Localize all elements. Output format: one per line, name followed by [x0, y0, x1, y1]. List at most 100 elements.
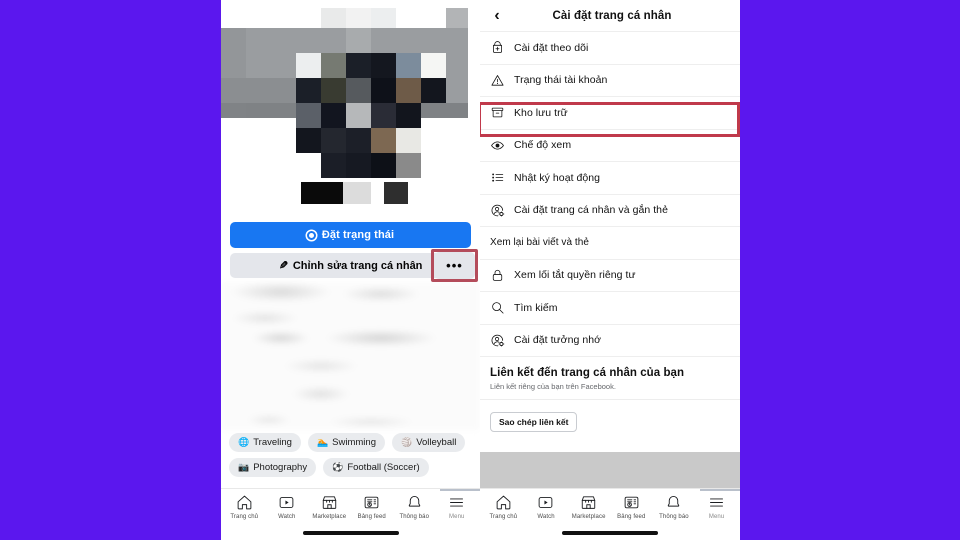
hobby-chip[interactable]: 📷 Photography: [229, 458, 317, 477]
mosaic-block: [446, 78, 468, 103]
mosaic-block: [321, 128, 346, 153]
mosaic-block: [371, 78, 396, 103]
mosaic-block: [296, 103, 321, 128]
mosaic-block: [321, 28, 346, 53]
mosaic-block: [446, 8, 468, 28]
mosaic-block: [421, 103, 446, 118]
nav-item-watch[interactable]: Watch: [525, 494, 567, 520]
hobby-chip[interactable]: ⚽ Football (Soccer): [323, 458, 429, 477]
mosaic-block: [246, 28, 271, 53]
smiley-icon: [306, 230, 316, 240]
lock-icon: [490, 268, 514, 283]
profile-gear-icon: [490, 333, 514, 348]
hobby-chip-list: 🌐 Traveling 🏊 Swimming 🏐 Volleyball 📷 Photograp…: [229, 433, 473, 477]
mosaic-block: [246, 78, 271, 103]
swimmer-icon: 🏊: [316, 437, 329, 447]
hobby-chip-label: Swimming: [332, 437, 376, 448]
hobby-chip[interactable]: 🏐 Volleyball: [391, 433, 466, 452]
blurred-profile-info: [221, 282, 480, 430]
nav-item-label: Watch: [278, 514, 296, 520]
bottom-navigation-right: Trang chủ Watch Marketplace Bảng feed Thông …: [480, 488, 740, 540]
nav-item-label: Menu: [708, 514, 725, 520]
bottom-navigation-left: Trang chủ Watch Marketplace Bảng feed Thông …: [221, 488, 480, 540]
storefront-icon: [321, 494, 338, 511]
nav-item-label: Thông báo: [659, 514, 689, 520]
nav-item-trang-ch[interactable]: Trang chủ: [223, 494, 265, 520]
menu-tab-indicator: [700, 489, 740, 491]
settings-item-9[interactable]: Cài đặt tưởng nhớ: [480, 325, 740, 357]
mosaic-block: [396, 153, 421, 178]
mosaic-block: [271, 78, 296, 103]
mosaic-block: [446, 28, 468, 53]
storefront-icon: [580, 494, 597, 511]
activity-log-icon: [490, 170, 514, 185]
settings-item-1[interactable]: Trạng thái tài khoản: [480, 65, 740, 97]
bell-icon: [406, 494, 423, 511]
hobby-chip[interactable]: 🌐 Traveling: [229, 433, 301, 452]
copy-link-button[interactable]: Sao chép liên kết: [490, 412, 578, 432]
mosaic-block: [421, 78, 446, 103]
nav-item-label: Trang chủ: [230, 514, 259, 520]
settings-item-label: Chế độ xem: [514, 139, 572, 152]
mosaic-block: [246, 103, 271, 118]
nav-item-trang-ch[interactable]: Trang chủ: [482, 494, 524, 520]
menu-tab-indicator: [440, 489, 480, 491]
mosaic-block: [221, 28, 246, 53]
mosaic-block: [396, 128, 421, 153]
nav-item-th-ng-b-o[interactable]: Thông báo: [653, 494, 695, 520]
settings-item-3[interactable]: Chế độ xem: [480, 130, 740, 162]
settings-item-0[interactable]: Cài đặt theo dõi: [480, 32, 740, 65]
news-feed-icon: [363, 494, 380, 511]
nav-item-menu[interactable]: Menu: [696, 494, 738, 520]
nav-item-menu[interactable]: Menu: [436, 494, 478, 520]
settings-item-2[interactable]: Kho lưu trữ: [480, 97, 740, 130]
mosaic-block: [346, 103, 371, 128]
profile-link-section: Liên kết đến trang cá nhân của bạn Liên …: [480, 357, 740, 400]
settings-item-label: Cài đặt theo dõi: [514, 41, 589, 54]
mosaic-block: [221, 78, 246, 103]
archive-box-icon: [490, 105, 514, 120]
chevron-left-icon[interactable]: ‹: [480, 7, 514, 24]
nav-item-b-ng-feed[interactable]: Bảng feed: [351, 494, 393, 520]
settings-item-label: Xem lối tắt quyền riêng tư: [514, 269, 636, 282]
mosaic-block: [371, 28, 396, 53]
eye-icon: [490, 138, 514, 153]
mosaic-block: [446, 103, 468, 118]
hamburger-icon: [708, 494, 725, 511]
home-indicator-bar: [562, 531, 658, 535]
mosaic-block: [396, 53, 421, 78]
copy-link-wrapper: Sao chép liên kết: [480, 400, 740, 442]
hobby-chip[interactable]: 🏊 Swimming: [307, 433, 385, 452]
nav-item-marketplace[interactable]: Marketplace: [568, 494, 610, 520]
mosaic-block: [371, 103, 396, 128]
follow-settings-icon: [490, 40, 514, 55]
settings-item-label: Cài đặt tưởng nhớ: [514, 334, 602, 347]
mosaic-block: [271, 28, 296, 53]
mosaic-block: [346, 28, 371, 53]
nav-item-marketplace[interactable]: Marketplace: [308, 494, 350, 520]
nav-item-b-ng-feed[interactable]: Bảng feed: [610, 494, 652, 520]
mosaic-block: [321, 103, 346, 128]
mosaic-block: [346, 78, 371, 103]
set-status-button[interactable]: Đặt trạng thái: [230, 222, 471, 248]
mosaic-block: [421, 53, 446, 78]
home-indicator-bar: [302, 531, 399, 535]
settings-item-8[interactable]: Tìm kiếm: [480, 292, 740, 325]
settings-item-4[interactable]: Nhật ký hoạt động: [480, 162, 740, 195]
nav-item-th-ng-b-o[interactable]: Thông báo: [393, 494, 435, 520]
settings-item-6[interactable]: Xem lại bài viết và thẻ: [480, 227, 740, 260]
mosaic-block: [346, 153, 371, 178]
mosaic-block: [346, 128, 371, 153]
mosaic-block: [296, 78, 321, 103]
soccer-ball-icon: ⚽: [332, 462, 344, 472]
settings-menu-list: Cài đặt theo dõi Trạng thái tài khoản Kho …: [480, 32, 740, 357]
mosaic-block: [271, 53, 296, 78]
grey-placeholder-bar: [480, 452, 740, 488]
nav-item-watch[interactable]: Watch: [266, 494, 308, 520]
settings-item-5[interactable]: Cài đặt trang cá nhân và gắn thẻ: [480, 195, 740, 227]
settings-item-7[interactable]: Xem lối tắt quyền riêng tư: [480, 260, 740, 292]
mosaic-block: [384, 182, 408, 204]
nav-item-label: Bảng feed: [617, 514, 646, 520]
nav-item-label: Marketplace: [571, 514, 606, 520]
nav-item-label: Thông báo: [399, 514, 430, 520]
